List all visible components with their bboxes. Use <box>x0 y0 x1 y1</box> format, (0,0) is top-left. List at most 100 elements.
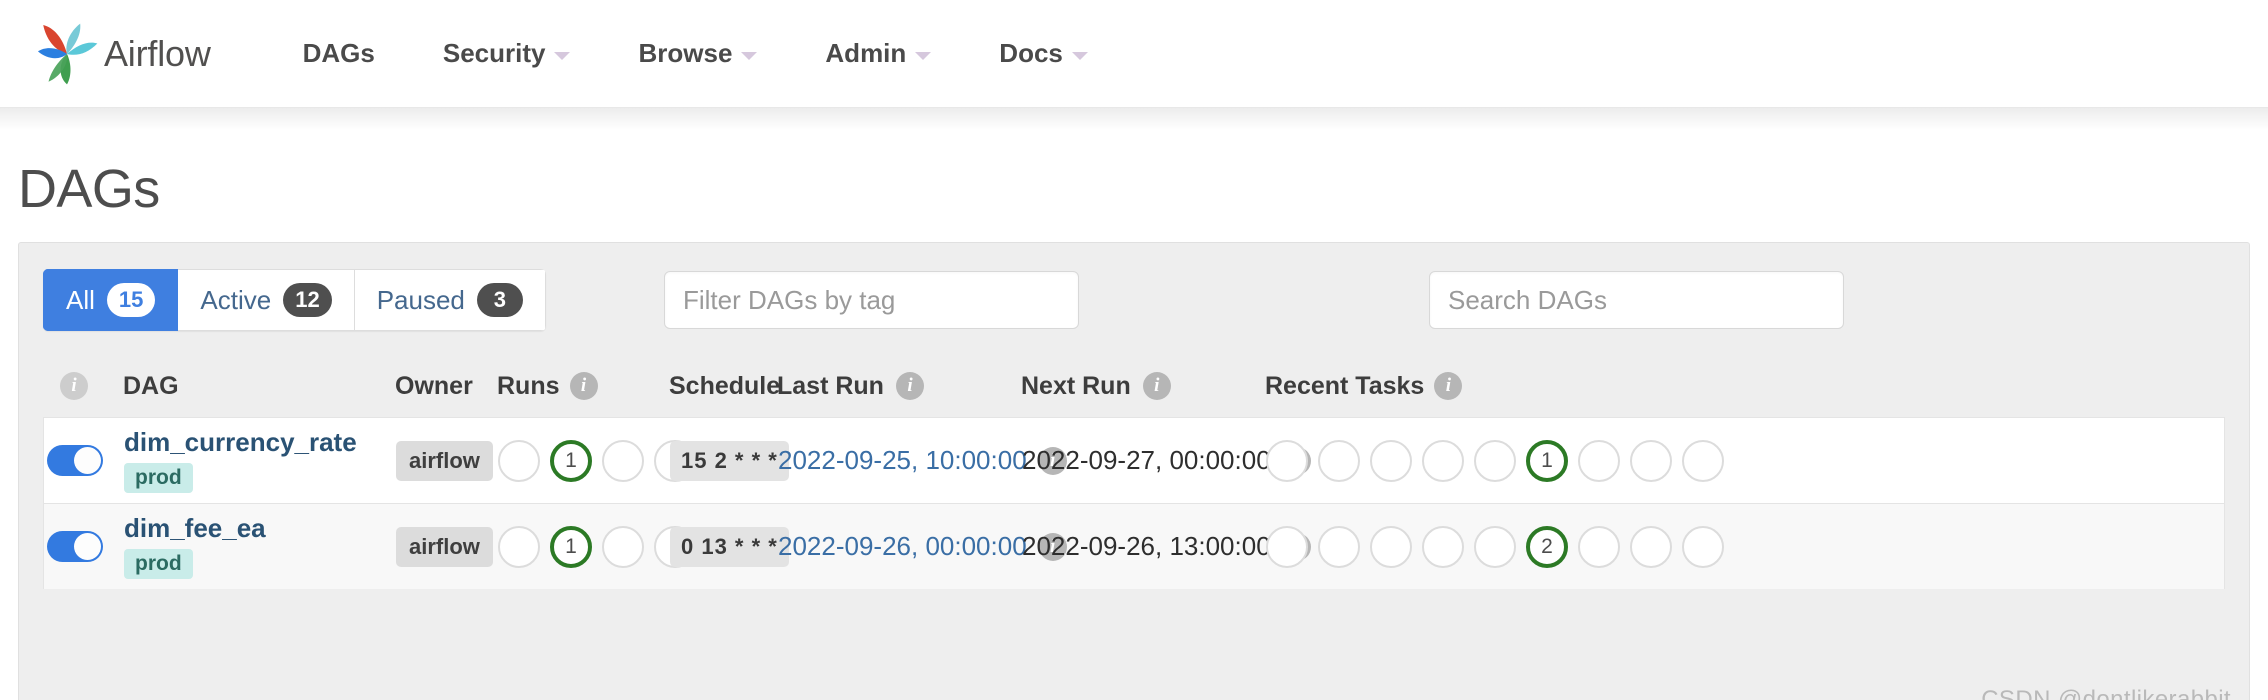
task-status-circle[interactable] <box>1370 439 1412 482</box>
run-status-circle[interactable]: 1 <box>550 525 592 568</box>
last-run-link[interactable]: 2022-09-26, 00:00:00 <box>778 531 1027 562</box>
dags-panel: All 15 Active 12 Paused 3 Filter DAGs by… <box>18 242 2250 700</box>
info-icon[interactable]: i <box>60 372 88 400</box>
nav-item-label: Admin <box>825 38 907 68</box>
task-status-circle[interactable] <box>1630 525 1672 568</box>
dag-tag[interactable]: prod <box>124 462 193 493</box>
dag-pause-toggle[interactable] <box>47 531 103 562</box>
dag-cell: dim_currency_rate prod <box>106 428 396 493</box>
header-cell-next-run[interactable]: Next Run i <box>1021 372 1265 401</box>
dags-toolbar: All 15 Active 12 Paused 3 Filter DAGs by… <box>43 269 2225 331</box>
watermark: CSDN @dontlikerabbit <box>1981 686 2231 700</box>
nav-item-admin[interactable]: Admin <box>791 38 965 69</box>
dag-tag[interactable]: prod <box>124 548 193 579</box>
header-cell-recent-tasks[interactable]: Recent Tasks i <box>1265 372 2225 401</box>
task-status-circle[interactable] <box>1266 439 1308 482</box>
last-run-link[interactable]: 2022-09-25, 10:00:00 <box>778 445 1027 476</box>
header-label: Owner <box>395 371 473 400</box>
nav-item-browse[interactable]: Browse <box>604 38 791 69</box>
owner-tag: airflow <box>396 526 493 567</box>
brand-home-link[interactable]: Airflow <box>34 21 211 87</box>
tab-all[interactable]: All 15 <box>43 269 179 331</box>
task-status-circle[interactable] <box>1682 525 1724 568</box>
run-status-circle[interactable]: 1 <box>550 439 592 482</box>
tab-paused[interactable]: Paused 3 <box>354 269 546 331</box>
nav-item-docs[interactable]: Docs <box>965 38 1122 69</box>
task-status-circle[interactable] <box>1370 525 1412 568</box>
run-status-circle[interactable] <box>498 525 540 568</box>
search-dags-input[interactable]: Search DAGs <box>1429 271 1844 329</box>
page-title: DAGs <box>18 159 160 219</box>
info-icon[interactable]: i <box>1434 372 1463 400</box>
task-status-circle[interactable] <box>1682 439 1724 482</box>
top-navbar: Airflow DAGs Security Browse Admin Docs <box>0 0 2268 108</box>
runs-cell: 1 <box>498 525 696 568</box>
task-status-circle[interactable] <box>1318 525 1360 568</box>
task-status-circle[interactable]: 1 <box>1526 439 1568 482</box>
header-label: Next Run <box>1021 371 1131 400</box>
last-run-cell: 2022-09-26, 00:00:00 i <box>778 531 1067 562</box>
chevron-down-icon <box>554 51 571 60</box>
task-status-circle[interactable] <box>1474 525 1516 568</box>
header-cell-dag[interactable]: DAG <box>105 372 395 401</box>
toggle-knob <box>74 447 101 474</box>
tab-count-badge: 12 <box>283 283 332 317</box>
header-cell-last-run[interactable]: Last Run i <box>777 372 1021 401</box>
brand-name: Airflow <box>104 32 211 74</box>
tag-filter-placeholder: Filter DAGs by tag <box>683 284 896 315</box>
header-cell-schedule[interactable]: Schedule <box>669 371 781 401</box>
task-status-circle[interactable] <box>1266 525 1308 568</box>
dag-name-link[interactable]: dim_currency_rate <box>124 428 396 457</box>
next-run-cell: 2022-09-27, 00:00:00 i <box>1022 445 1311 476</box>
tab-active[interactable]: Active 12 <box>178 269 355 331</box>
chevron-down-icon <box>741 51 758 60</box>
next-run-value: 2022-09-27, 00:00:00 <box>1022 445 1271 475</box>
next-run-value: 2022-09-26, 13:00:00 <box>1022 531 1271 561</box>
task-status-circle[interactable] <box>1422 439 1464 482</box>
run-status-circle[interactable] <box>498 439 540 482</box>
tab-count-badge: 15 <box>106 283 156 317</box>
table-header-row: i DAG Owner Runs i Schedule Last Run i N… <box>43 355 2225 417</box>
navbar-shadow <box>0 108 2268 130</box>
run-status-circle[interactable] <box>602 439 644 482</box>
chevron-down-icon <box>915 51 932 60</box>
task-status-circle[interactable] <box>1318 439 1360 482</box>
info-icon[interactable]: i <box>895 372 924 400</box>
recent-tasks-cell: 2 <box>1266 525 2224 568</box>
task-status-circle[interactable] <box>1578 439 1620 482</box>
owner-cell: airflow <box>396 526 498 567</box>
tab-label: Active <box>200 284 272 315</box>
nav-item-security[interactable]: Security <box>409 38 605 69</box>
dag-pause-toggle[interactable] <box>47 445 103 476</box>
schedule-badge[interactable]: 0 13 * * * <box>670 526 789 567</box>
nav-item-label: DAGs <box>302 38 375 68</box>
schedule-badge[interactable]: 15 2 * * * <box>670 440 789 481</box>
info-icon[interactable]: i <box>1142 372 1171 400</box>
header-label: Schedule <box>669 371 781 400</box>
info-icon[interactable]: i <box>569 372 598 400</box>
runs-cell: 1 <box>498 439 696 482</box>
page-content: DAGs All 15 Active 12 Paused 3 Filter DA… <box>0 158 2268 700</box>
run-status-circle[interactable] <box>602 525 644 568</box>
task-status-circle[interactable] <box>1422 525 1464 568</box>
header-label: Recent Tasks <box>1265 371 1425 400</box>
task-status-circle[interactable] <box>1630 439 1672 482</box>
table-row: dim_fee_ea prod airflow 1 0 13 * * * 202… <box>43 503 2225 589</box>
header-cell-runs[interactable]: Runs i <box>497 372 669 401</box>
nav-item-dags[interactable]: DAGs <box>269 38 409 69</box>
task-status-circle[interactable] <box>1578 525 1620 568</box>
dags-table: i DAG Owner Runs i Schedule Last Run i N… <box>43 355 2225 589</box>
recent-tasks-cell: 1 <box>1266 439 2224 482</box>
nav-item-label: Browse <box>638 38 733 68</box>
header-label: Last Run <box>777 371 884 400</box>
task-status-circle[interactable] <box>1474 439 1516 482</box>
tag-filter-input[interactable]: Filter DAGs by tag <box>664 271 1079 329</box>
dag-pause-toggle-cell <box>44 531 106 562</box>
next-run-cell: 2022-09-26, 13:00:00 i <box>1022 531 1311 562</box>
owner-tag: airflow <box>396 440 493 481</box>
tab-label: All <box>66 284 95 315</box>
header-cell-owner[interactable]: Owner <box>395 372 497 401</box>
last-run-cell: 2022-09-25, 10:00:00 i <box>778 445 1067 476</box>
dag-name-link[interactable]: dim_fee_ea <box>124 514 396 543</box>
task-status-circle[interactable]: 2 <box>1526 525 1568 568</box>
